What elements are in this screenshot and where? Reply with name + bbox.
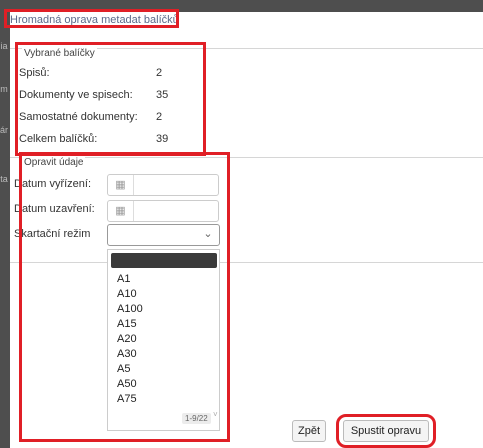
background-fragment: m xyxy=(0,84,8,94)
title-highlight xyxy=(4,9,179,28)
back-button[interactable]: Zpět xyxy=(292,420,326,442)
summary-highlight xyxy=(15,42,206,156)
background-fragment: ár xyxy=(0,125,9,135)
background-fragment: ta xyxy=(0,174,8,184)
bulk-fix-dialog: Hromadná oprava metadat balíčků Vybrané … xyxy=(4,9,483,448)
run-button-highlight xyxy=(336,414,436,448)
fix-section-highlight xyxy=(19,152,230,442)
background-fragment: ia xyxy=(0,41,8,51)
